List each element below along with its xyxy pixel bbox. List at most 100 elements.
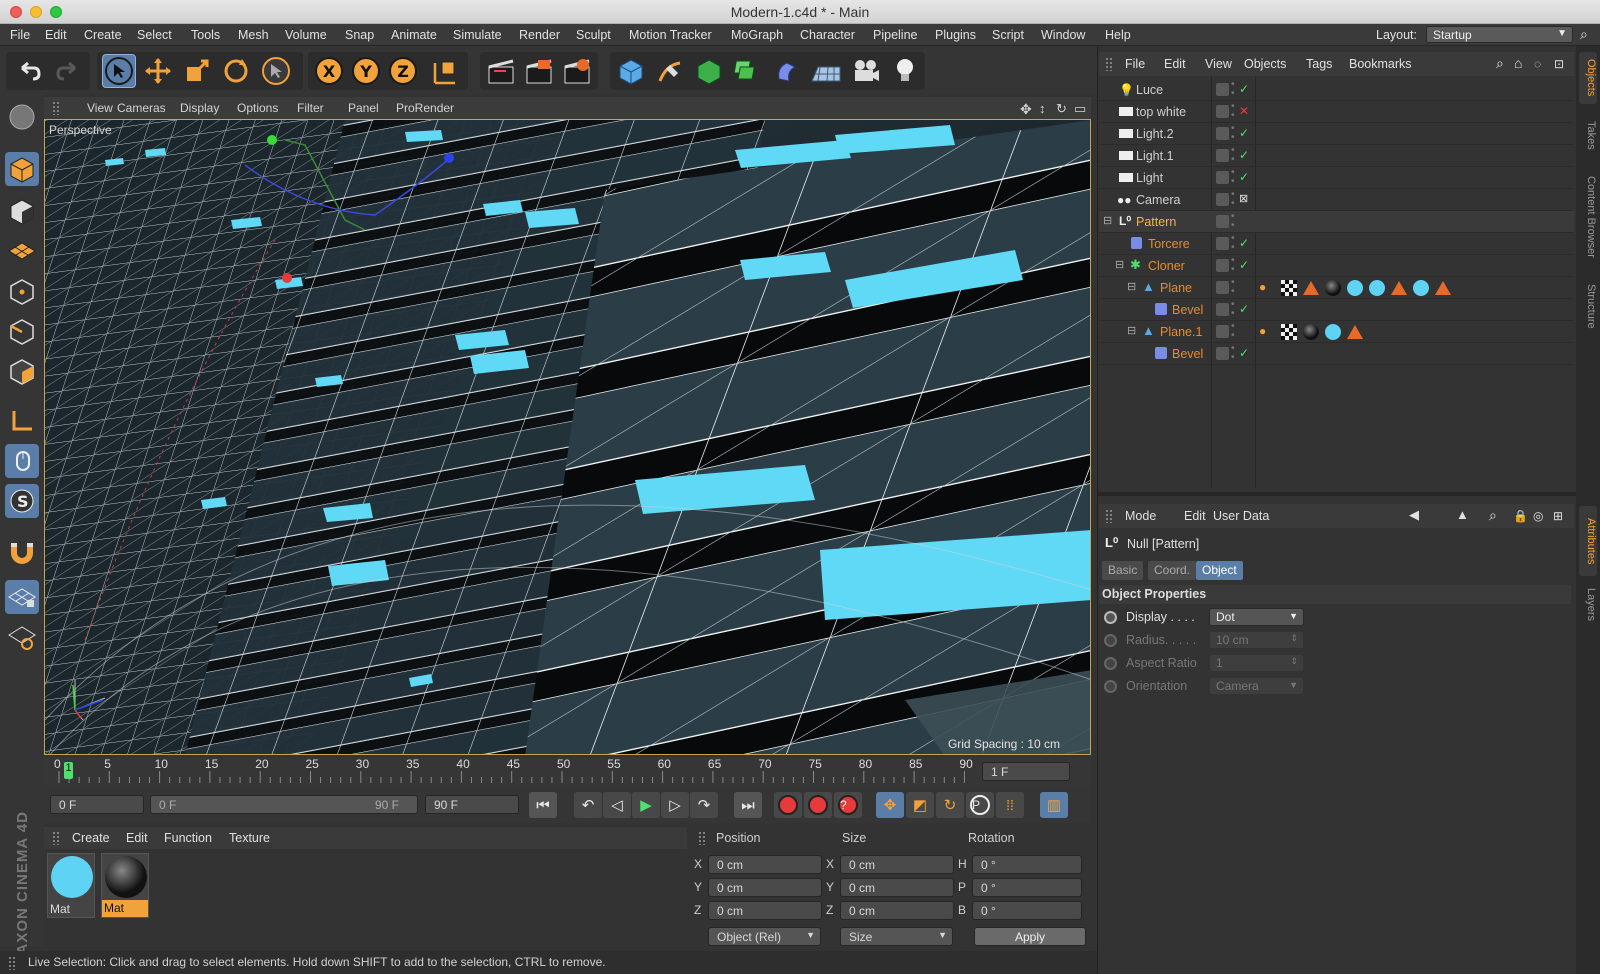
- deformer-button[interactable]: [770, 54, 804, 88]
- keyframe-selection-button[interactable]: ?: [834, 792, 862, 818]
- viewport-zoom-icon[interactable]: ↕: [1039, 101, 1046, 116]
- camera-button[interactable]: [849, 54, 883, 88]
- undo-button[interactable]: [12, 54, 46, 88]
- menu-motion-tracker[interactable]: Motion Tracker: [629, 28, 712, 42]
- collapse-icon[interactable]: ⊟: [1103, 214, 1112, 227]
- material-menu-create[interactable]: Create: [72, 831, 110, 845]
- layer-cell[interactable]: [1216, 347, 1229, 360]
- side-tab-objects[interactable]: Objects: [1579, 52, 1597, 104]
- texture-mode-button[interactable]: [5, 194, 39, 228]
- tab-object[interactable]: Object: [1196, 561, 1243, 580]
- size-z-field[interactable]: 0 cm: [840, 901, 954, 920]
- menu-create[interactable]: Create: [84, 28, 122, 42]
- size-mode-dropdown[interactable]: Size ▼: [840, 927, 953, 946]
- menu-mesh[interactable]: Mesh: [238, 28, 269, 42]
- scale-tool-button[interactable]: [180, 54, 214, 88]
- position-y-field[interactable]: 0 cm: [708, 878, 822, 897]
- layer-cell[interactable]: [1216, 281, 1229, 294]
- new-view-icon[interactable]: ⊡: [1554, 57, 1564, 71]
- render-picture-viewer-button[interactable]: [522, 54, 556, 88]
- attr-menu-user-data[interactable]: User Data: [1213, 509, 1269, 523]
- object-row[interactable]: Light.2 • • ✓: [1099, 123, 1574, 145]
- frame-range-slider[interactable]: 0 F 90 F: [150, 795, 418, 814]
- menu-file[interactable]: File: [10, 28, 30, 42]
- menu-animate[interactable]: Animate: [391, 28, 437, 42]
- key-position-button[interactable]: ✥: [876, 792, 904, 818]
- play-button[interactable]: ▶: [632, 792, 660, 818]
- 3d-viewport[interactable]: Perspective Grid Spacing : 10 cm: [44, 119, 1091, 755]
- rotation-h-field[interactable]: 0 °: [972, 855, 1082, 874]
- layer-cell[interactable]: [1216, 303, 1229, 316]
- viewport-menu-options[interactable]: Options: [237, 101, 278, 115]
- side-tab-structure[interactable]: Structure: [1579, 272, 1597, 340]
- uvw-tag-icon[interactable]: [1281, 324, 1297, 340]
- viewport-menu-view[interactable]: View: [87, 101, 113, 115]
- viewport-menu-panel[interactable]: Panel: [348, 101, 379, 115]
- material-tag-cyan[interactable]: [1413, 280, 1429, 296]
- phong-tag-icon[interactable]: ●: [1259, 280, 1275, 296]
- phong-tag-icon[interactable]: ●: [1259, 324, 1275, 340]
- floor-button[interactable]: [809, 54, 843, 88]
- side-tab-takes[interactable]: Takes: [1579, 114, 1597, 156]
- up-arrow-icon[interactable]: ▲: [1456, 507, 1469, 522]
- record-keys-button[interactable]: [774, 792, 802, 818]
- selection-tag-icon[interactable]: [1435, 281, 1451, 295]
- timeline-ruler[interactable]: 0 5 10 15 20 25 30 35 40 45 50 55 60 65 70 75 80 85 90 1 1…: [44, 757, 1091, 787]
- render-settings-button[interactable]: [560, 54, 594, 88]
- side-tab-layers[interactable]: Layers: [1579, 582, 1597, 628]
- rotate-tool-button[interactable]: [219, 54, 253, 88]
- material-tag-cyan[interactable]: [1347, 280, 1363, 296]
- visibility-dots[interactable]: • •: [1231, 256, 1235, 275]
- object-row[interactable]: Bevel • • ✓: [1099, 299, 1574, 321]
- material-thumbnail-2[interactable]: Mat: [101, 853, 149, 918]
- object-menu-edit[interactable]: Edit: [1164, 57, 1186, 71]
- menu-script[interactable]: Script: [992, 28, 1024, 42]
- enabled-check-icon[interactable]: ✓: [1239, 126, 1249, 140]
- object-menu-view[interactable]: View: [1205, 57, 1232, 71]
- selection-tag-icon[interactable]: [1391, 281, 1407, 295]
- animate-display-radio[interactable]: [1104, 611, 1117, 624]
- collapse-icon[interactable]: ⊟: [1127, 280, 1136, 293]
- points-mode-button[interactable]: [5, 274, 39, 308]
- back-arrow-icon[interactable]: ◀: [1409, 507, 1419, 523]
- tab-basic[interactable]: Basic: [1102, 561, 1144, 580]
- size-y-field[interactable]: 0 cm: [840, 878, 954, 897]
- timeline-button[interactable]: ▥: [1040, 792, 1068, 818]
- material-tag-cyan[interactable]: [1369, 280, 1385, 296]
- object-row[interactable]: ⊟ ▲ Plane.1 • • ●: [1099, 321, 1574, 343]
- z-axis-button[interactable]: Z: [386, 54, 420, 88]
- visibility-dots[interactable]: • •: [1231, 168, 1235, 187]
- y-axis-button[interactable]: Y: [349, 54, 383, 88]
- selection-tag-icon[interactable]: [1303, 281, 1319, 295]
- coordinate-system-button[interactable]: [428, 54, 462, 88]
- viewport-toggle-icon[interactable]: ▭: [1074, 101, 1086, 117]
- menu-sculpt[interactable]: Sculpt: [576, 28, 611, 42]
- menu-mograph[interactable]: MoGraph: [731, 28, 783, 42]
- layer-cell[interactable]: [1216, 105, 1229, 118]
- enabled-check-icon[interactable]: ✓: [1239, 148, 1249, 162]
- material-tag-cyan[interactable]: [1325, 324, 1341, 340]
- layer-cell[interactable]: [1216, 259, 1229, 272]
- visibility-dots[interactable]: • •: [1231, 146, 1235, 165]
- size-x-field[interactable]: 0 cm: [840, 855, 954, 874]
- selection-tag-icon[interactable]: [1347, 325, 1363, 339]
- current-frame-marker[interactable]: 1: [64, 762, 73, 779]
- apply-button[interactable]: Apply: [974, 927, 1086, 946]
- render-view-button[interactable]: [484, 54, 518, 88]
- rotation-b-field[interactable]: 0 °: [972, 901, 1082, 920]
- layer-cell[interactable]: [1216, 193, 1229, 206]
- object-row[interactable]: ⊟ ▲ Plane • • ●: [1099, 277, 1574, 299]
- search-icon[interactable]: ⌕: [1489, 507, 1497, 524]
- cube-object-button[interactable]: [614, 54, 648, 88]
- enabled-check-icon[interactable]: ✓: [1239, 170, 1249, 184]
- uvw-tag-icon[interactable]: [1281, 280, 1297, 296]
- search-icon[interactable]: ⌕: [1580, 26, 1588, 43]
- position-z-field[interactable]: 0 cm: [708, 901, 822, 920]
- menu-plugins[interactable]: Plugins: [935, 28, 976, 42]
- material-menu-texture[interactable]: Texture: [229, 831, 270, 845]
- menu-simulate[interactable]: Simulate: [453, 28, 502, 42]
- attr-menu-edit[interactable]: Edit: [1184, 509, 1206, 523]
- layer-cell[interactable]: [1216, 127, 1229, 140]
- material-menu-function[interactable]: Function: [164, 831, 212, 845]
- object-row[interactable]: Light.1 • • ✓: [1099, 145, 1574, 167]
